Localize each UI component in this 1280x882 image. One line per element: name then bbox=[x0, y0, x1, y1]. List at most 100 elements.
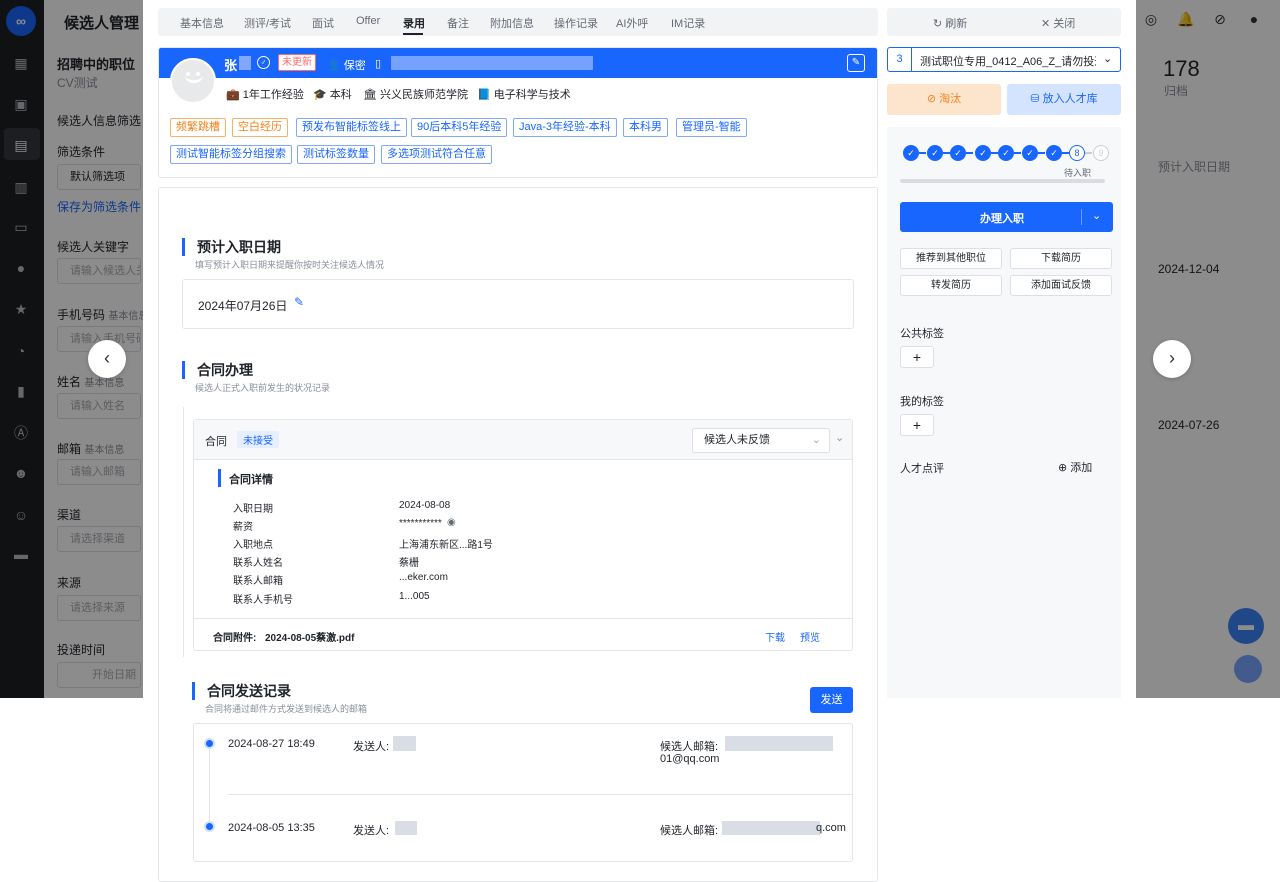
send-records-title: 合同发送记录 bbox=[192, 682, 291, 700]
next-candidate-button[interactable]: › bbox=[1153, 340, 1191, 378]
tag-item[interactable]: 管理员-智能 bbox=[676, 118, 747, 137]
tag-item[interactable]: 空白经历 bbox=[232, 118, 288, 137]
step-done: ✓ bbox=[927, 145, 943, 161]
tag-item[interactable]: 本科男 bbox=[623, 118, 668, 137]
reject-button[interactable]: ⊘ 淘汰 bbox=[887, 84, 1001, 115]
tab-im-records[interactable]: IM记录 bbox=[671, 15, 705, 31]
tab-assessment[interactable]: 测评/考试 bbox=[244, 15, 291, 31]
add-review-button[interactable]: ⊕ 添加 bbox=[1058, 459, 1092, 475]
tab-offer[interactable]: Offer bbox=[356, 15, 380, 27]
tag-item[interactable]: 多选项测试符合任意 bbox=[381, 145, 492, 164]
position-number: 3 bbox=[888, 48, 912, 71]
tag-item[interactable]: 频繁跳槽 bbox=[170, 118, 226, 137]
feedback-select[interactable]: 候选人未反馈 ⌄ bbox=[692, 428, 830, 453]
edit-date-icon[interactable]: ✎ bbox=[294, 295, 304, 309]
contract-label: 合同 bbox=[205, 436, 227, 448]
tab-notes[interactable]: 备注 bbox=[447, 15, 469, 31]
send-records-box: 2024-08-27 18:49 发送人: 候选人邮箱: 01@qq.com 2… bbox=[193, 723, 853, 862]
contract-subtitle: 候选人正式入职前发生的状况记录 bbox=[195, 383, 331, 393]
plus-circle-icon: ⊕ bbox=[1058, 462, 1068, 474]
step-future: 9 bbox=[1093, 145, 1109, 161]
my-tags-label: 我的标签 bbox=[900, 396, 944, 408]
tag-item[interactable]: 测试标签数量 bbox=[297, 145, 375, 164]
collapse-chevron-icon[interactable]: ⌄ bbox=[835, 431, 844, 444]
close-icon: ✕ bbox=[1041, 18, 1051, 30]
school-info: 🏛 兴义民族师范学院 bbox=[363, 89, 469, 101]
download-link[interactable]: 下载 bbox=[765, 629, 785, 644]
contract-status-badge: 未接受 bbox=[237, 431, 279, 448]
profile-card: 张 ♂ 未更新 👤 保密 ▯ ✎ 💼 1年工作经验 🎓 本科 🏛 兴义民族师范学… bbox=[158, 47, 878, 178]
detail-label: 联系人手机号 bbox=[233, 595, 293, 606]
talent-review-label: 人才点评 bbox=[900, 463, 944, 475]
step-done: ✓ bbox=[903, 145, 919, 161]
public-tags-label: 公共标签 bbox=[900, 328, 944, 340]
chevron-down-icon[interactable]: ⌄ bbox=[1092, 209, 1101, 222]
forward-resume-button[interactable]: 转发简历 bbox=[900, 275, 1002, 296]
close-button[interactable]: ✕ 关闭 bbox=[1041, 15, 1075, 31]
refresh-button[interactable]: ↻ 刷新 bbox=[933, 15, 967, 31]
edit-profile-icon[interactable]: ✎ bbox=[847, 54, 865, 72]
eye-icon[interactable]: ◉ bbox=[447, 517, 456, 528]
onboard-date-title: 预计入职日期 bbox=[182, 238, 281, 256]
position-select[interactable]: 3 测试职位专用_0412_A06_Z_请勿投递 ⌄ bbox=[887, 47, 1121, 72]
detail-value: 蔡栅 bbox=[399, 558, 419, 569]
email-label: 候选人邮箱: bbox=[660, 825, 719, 837]
tag-item[interactable]: Java-3年经验-本科 bbox=[513, 118, 617, 137]
tab-operation-log[interactable]: 操作记录 bbox=[554, 15, 598, 31]
tab-hire[interactable]: 录用 bbox=[403, 15, 425, 31]
plus-icon: + bbox=[912, 349, 922, 365]
phone-redacted bbox=[391, 56, 593, 70]
candidate-name: 张 bbox=[224, 58, 238, 73]
step-done: ✓ bbox=[975, 145, 991, 161]
tab-interview[interactable]: 面试 bbox=[312, 15, 334, 31]
tag-item[interactable]: 测试智能标签分组搜索 bbox=[170, 145, 292, 164]
tag-item[interactable]: 预发布智能标签线上 bbox=[296, 118, 407, 137]
step-done: ✓ bbox=[998, 145, 1014, 161]
phone-icon: ▯ bbox=[375, 58, 382, 70]
profile-header: 张 ♂ 未更新 👤 保密 ▯ ✎ bbox=[159, 48, 877, 78]
record-time: 2024-08-27 18:49 bbox=[228, 738, 315, 750]
tab-basic-info[interactable]: 基本信息 bbox=[180, 15, 224, 31]
onboard-date-box: 2024年07月26日 ✎ bbox=[182, 279, 854, 329]
tag-item[interactable]: 90后本科5年经验 bbox=[411, 118, 508, 137]
refresh-icon: ↻ bbox=[933, 18, 943, 30]
email-redacted bbox=[725, 736, 833, 751]
degree-info: 🎓 本科 bbox=[313, 89, 352, 101]
download-resume-button[interactable]: 下载简历 bbox=[1010, 248, 1112, 269]
detail-value: *********** bbox=[399, 518, 442, 529]
email-tail: q.com bbox=[816, 822, 846, 834]
add-public-tag-button[interactable]: + bbox=[900, 346, 934, 368]
add-feedback-button[interactable]: 添加面试反馈 bbox=[1010, 275, 1112, 296]
ban-icon: ⊘ bbox=[926, 93, 937, 105]
plus-icon: + bbox=[912, 417, 922, 433]
onboard-date-value: 2024年07月26日 bbox=[198, 299, 288, 313]
contract-details-title: 合同详情 bbox=[229, 474, 273, 486]
talent-pool-button[interactable]: ⛁ 放入人才库 bbox=[1007, 84, 1121, 115]
experience-info: 💼 1年工作经验 bbox=[226, 89, 304, 101]
detail-value: 1...005 bbox=[399, 591, 430, 602]
gender-icon: ♂ bbox=[257, 56, 270, 69]
step-status-label: 待入职 bbox=[1064, 168, 1092, 178]
add-my-tag-button[interactable]: + bbox=[900, 414, 934, 436]
sender-label: 发送人: bbox=[353, 741, 390, 753]
tab-bar: 基本信息 测评/考试 面试 Offer 录用 备注 附加信息 操作记录 AI外呼… bbox=[158, 8, 878, 36]
detail-label: 入职地点 bbox=[233, 540, 273, 551]
chevron-down-icon: ⌄ bbox=[811, 434, 821, 446]
send-button[interactable]: 发送 bbox=[810, 687, 853, 713]
onboard-action-button[interactable]: 办理入职 ⌄ bbox=[900, 202, 1113, 232]
prev-candidate-button[interactable]: ‹ bbox=[88, 340, 126, 378]
email-redacted bbox=[722, 821, 820, 835]
detail-label: 薪资 bbox=[233, 522, 253, 533]
preview-link[interactable]: 预览 bbox=[800, 629, 820, 644]
progress-track bbox=[900, 179, 1105, 183]
recommend-button[interactable]: 推荐到其他职位 bbox=[900, 248, 1002, 269]
email-tail: 01@qq.com bbox=[660, 753, 720, 765]
tab-ai-call[interactable]: AI外呼 bbox=[616, 15, 648, 31]
contract-box: 合同 未接受 候选人未反馈 ⌄ ⌄ 合同详情 入职日期 2024-08-08 薪… bbox=[193, 419, 853, 651]
major-info: 📘 电子科学与技术 bbox=[477, 89, 571, 101]
tab-active-indicator bbox=[403, 33, 423, 35]
step-done: ✓ bbox=[950, 145, 966, 161]
email-label: 候选人邮箱: bbox=[660, 741, 719, 753]
tab-extra-info[interactable]: 附加信息 bbox=[490, 15, 534, 31]
position-name: 测试职位专用_0412_A06_Z_请勿投递 bbox=[920, 56, 1096, 68]
